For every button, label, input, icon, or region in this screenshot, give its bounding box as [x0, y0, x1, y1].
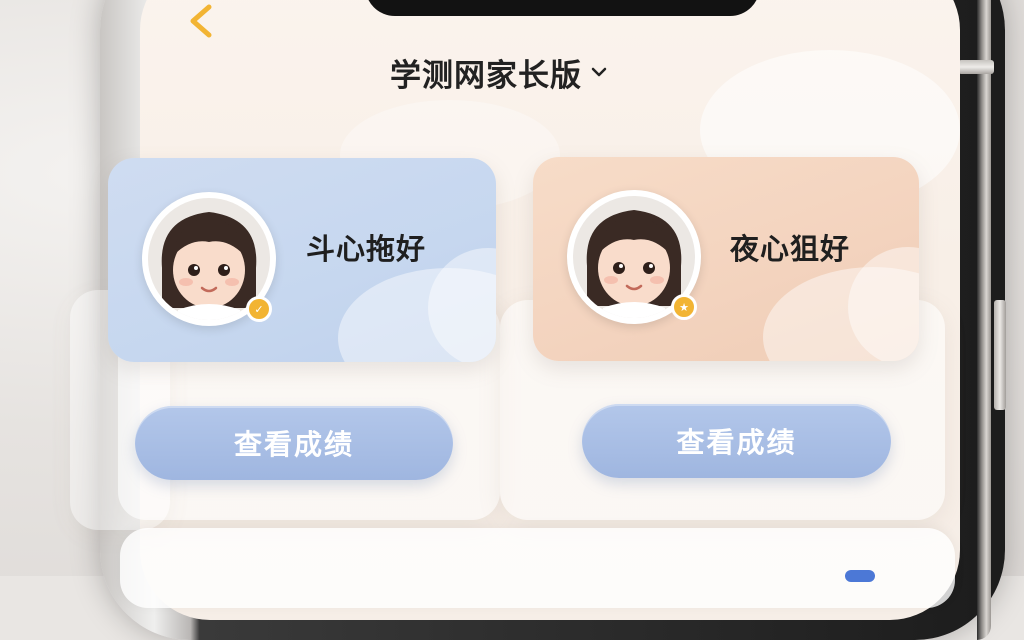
star-badge-icon: ★ — [671, 294, 697, 320]
view-scores-button[interactable]: 查看成绩 — [135, 406, 453, 480]
child-name: 夜心狙好 — [730, 232, 851, 266]
child-name: 斗心拖好 — [306, 232, 427, 266]
phone-volume-button — [994, 300, 1006, 410]
chevron-down-icon — [591, 67, 607, 77]
phone-side-button — [958, 60, 994, 74]
page-indicator — [845, 570, 875, 582]
chevron-left-icon — [190, 4, 212, 38]
app-switcher[interactable]: 学测网家长版 — [390, 52, 608, 94]
phone-notch — [365, 0, 760, 16]
back-button[interactable] — [183, 3, 223, 39]
bottom-panel — [120, 528, 955, 608]
page-title: 学测网家长版 — [390, 57, 582, 94]
view-scores-button[interactable]: 查看成绩 — [582, 404, 891, 478]
verified-badge-icon: ✓ — [246, 296, 272, 322]
